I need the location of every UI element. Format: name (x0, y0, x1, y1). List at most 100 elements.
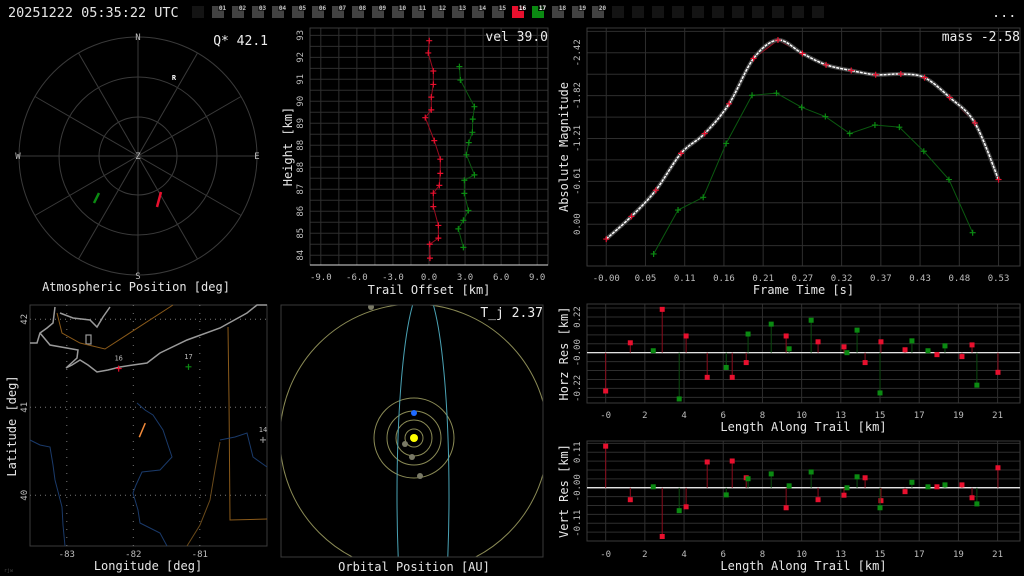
mars-marker (417, 473, 423, 479)
residual-point-17 (768, 321, 774, 327)
residual-point-17 (925, 484, 931, 490)
state-border (186, 441, 221, 547)
orbit-title: Orbital Position [AU] (338, 560, 490, 574)
residual-point-16 (841, 344, 847, 350)
camera-box-empty[interactable] (772, 6, 784, 18)
camera-box-02[interactable]: 02 (232, 4, 247, 18)
camera-box-empty[interactable] (712, 6, 724, 18)
camera-box-20[interactable]: 20 (592, 4, 607, 18)
residual-point-16 (934, 352, 940, 358)
residual-point-16 (995, 369, 1001, 375)
stat-readout: vel 39.0 (485, 30, 548, 45)
camera-box-empty[interactable] (792, 6, 804, 18)
camera-box-10[interactable]: 10 (392, 4, 407, 18)
residual-point-16 (783, 333, 789, 339)
residual-point-16 (683, 333, 689, 339)
x-tick-label: 0.11 (674, 274, 696, 284)
x-axis-label: Length Along Trail [km] (720, 420, 886, 434)
vertical-residual-chart: -0 2 4 6 8 10 13 15 17 19 210.11-0.00-0.11Length A… (557, 440, 1021, 573)
camera-box-fill (812, 6, 824, 18)
camera-box-18[interactable]: 18 (552, 4, 567, 18)
data-point-17 (461, 190, 468, 197)
camera-box-empty[interactable] (652, 6, 664, 18)
radiant-label: R (172, 74, 177, 82)
data-point-17 (822, 113, 829, 120)
x-tick-label: -9.0 (310, 273, 332, 283)
x-tick-label: 19 (953, 550, 964, 560)
camera-box-label: 16 (519, 5, 527, 12)
data-point-17 (457, 77, 464, 84)
residual-point-17 (909, 479, 915, 485)
x-axis-label: Length Along Trail [km] (720, 559, 886, 573)
camera-box-fill (192, 6, 204, 18)
residual-point-16 (959, 482, 965, 488)
camera-box-fill (772, 6, 784, 18)
watermark: rjw (4, 568, 14, 574)
camera-box-empty[interactable] (812, 6, 824, 18)
residual-point-16 (862, 360, 868, 366)
camera-box-14[interactable]: 14 (472, 4, 487, 18)
lake-shoreline (39, 304, 267, 373)
horizontal-residual-chart: -0 2 4 6 8 10 13 15 17 19 210.22-0.00-0.22Length A… (557, 303, 1021, 434)
residual-point-16 (704, 459, 710, 465)
camera-box-15[interactable]: 15 (492, 4, 507, 18)
y-tick-label: 91 (296, 74, 306, 85)
data-point-16 (431, 137, 438, 144)
north-label: N (135, 33, 140, 43)
data-point-16 (425, 49, 432, 56)
camera-box-05[interactable]: 05 (292, 4, 307, 18)
x-tick-label: 17 (914, 550, 925, 560)
data-point-17 (846, 130, 853, 137)
y-tick-label: -2.42 (573, 39, 583, 66)
x-tick-label: 9.0 (529, 273, 545, 283)
station-marker-17 (185, 363, 192, 370)
lake-shoreline (59, 306, 111, 329)
camera-box-label: 03 (259, 5, 267, 12)
residual-point-16 (627, 340, 633, 346)
residual-point-16 (743, 360, 749, 366)
camera-selector[interactable]: 01 02 03 04 05 06 07 08 09 10 11 12 13 14 15 16 17 18 19 20 (192, 4, 824, 18)
camera-box-empty[interactable] (752, 6, 764, 18)
camera-box-empty[interactable] (632, 6, 644, 18)
residual-point-17 (974, 501, 980, 507)
camera-box-09[interactable]: 09 (372, 4, 387, 18)
camera-box-empty[interactable] (192, 6, 204, 18)
camera-box-08[interactable]: 08 (352, 4, 367, 18)
data-point-17 (871, 122, 878, 129)
data-point-16 (430, 203, 437, 210)
camera-box-empty[interactable] (692, 6, 704, 18)
y-tick-label: 87 (296, 184, 306, 195)
y-tick-label: -0.00 (573, 339, 583, 366)
residual-point-17 (676, 396, 682, 402)
camera-box-06[interactable]: 06 (312, 4, 327, 18)
data-point-17 (700, 194, 707, 201)
y-axis-label: Height [km] (281, 107, 295, 186)
camera-box-12[interactable]: 12 (432, 4, 447, 18)
residual-point-17 (877, 505, 883, 511)
camera-box-16[interactable]: 16 (512, 4, 527, 18)
camera-box-empty[interactable] (732, 6, 744, 18)
more-menu-button[interactable]: ... (992, 5, 1016, 21)
residual-point-17 (974, 382, 980, 388)
camera-box-01[interactable]: 01 (212, 4, 227, 18)
x-tick-label: 2 (642, 550, 647, 560)
island (85, 334, 92, 345)
camera-box-label: 02 (239, 5, 247, 12)
camera-box-17[interactable]: 17 (532, 4, 547, 18)
residual-point-17 (844, 350, 850, 356)
data-point-17 (471, 171, 478, 178)
camera-box-07[interactable]: 07 (332, 4, 347, 18)
residual-point-16 (902, 347, 908, 353)
camera-box-04[interactable]: 04 (272, 4, 287, 18)
camera-box-03[interactable]: 03 (252, 4, 267, 18)
x-tick-label: 0.37 (870, 274, 892, 284)
camera-box-19[interactable]: 19 (572, 4, 587, 18)
data-point-17 (469, 116, 476, 123)
map-xlabel: Longitude [deg] (94, 559, 202, 573)
camera-box-empty[interactable] (672, 6, 684, 18)
camera-box-empty[interactable] (612, 6, 624, 18)
west-label: W (15, 152, 21, 162)
residual-point-17 (768, 471, 774, 477)
camera-box-13[interactable]: 13 (452, 4, 467, 18)
camera-box-11[interactable]: 11 (412, 4, 427, 18)
